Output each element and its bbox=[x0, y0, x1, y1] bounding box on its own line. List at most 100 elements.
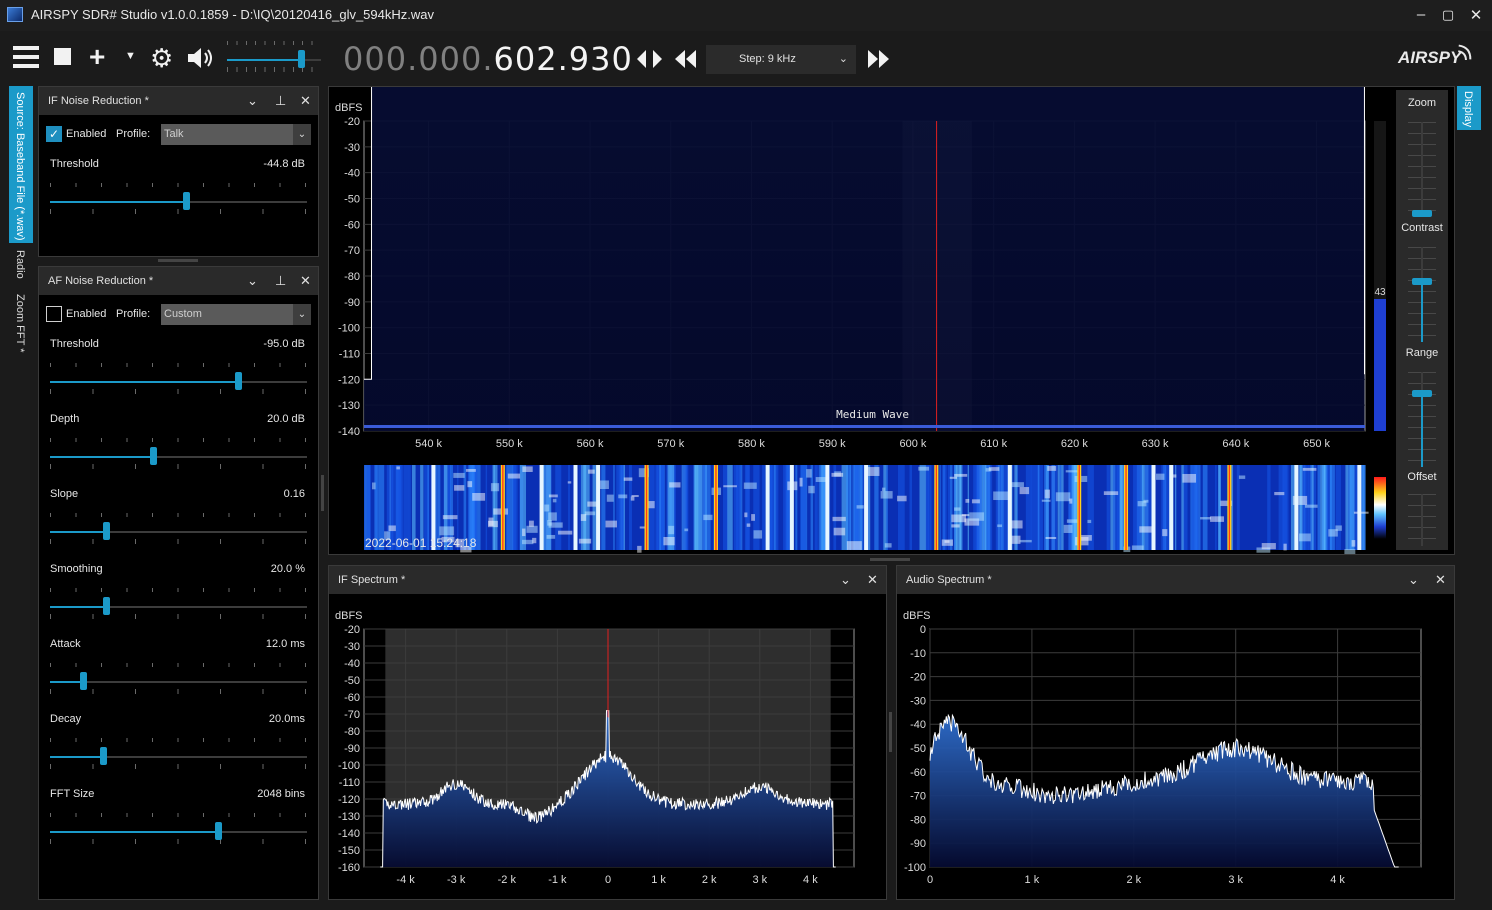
minimize-button[interactable]: – bbox=[1411, 6, 1431, 23]
step-select[interactable]: Step: 9 kHz ⌄ bbox=[706, 45, 856, 74]
af-param-slider[interactable] bbox=[50, 513, 307, 544]
speaker-icon[interactable] bbox=[186, 47, 216, 69]
chevron-down-icon[interactable]: ⌄ bbox=[1408, 572, 1419, 588]
waterfall-streak bbox=[568, 465, 570, 550]
display-controls: Zoom Contrast Range Offset bbox=[1396, 90, 1448, 550]
maximize-button[interactable]: ▢ bbox=[1438, 7, 1458, 23]
x-tick-label: 630 k bbox=[1142, 438, 1169, 450]
y-tick-label: -80 bbox=[344, 271, 360, 283]
waterfall-blob bbox=[522, 539, 534, 545]
zoom-slider[interactable] bbox=[1402, 122, 1442, 217]
tab-zoom-fft[interactable]: Zoom FFT * bbox=[14, 294, 26, 352]
menu-icon[interactable] bbox=[13, 46, 39, 68]
stop-icon[interactable] bbox=[54, 48, 71, 65]
af-param-slider[interactable] bbox=[50, 813, 307, 844]
af-profile-select[interactable]: Custom ⌄ bbox=[161, 304, 311, 325]
audio-spectrum-panel: Audio Spectrum * ⌄ ✕ dBFS 0 -10 -20 -30 -40 -5… bbox=[896, 565, 1455, 900]
volume-slider[interactable] bbox=[227, 41, 321, 72]
panel-header: IF Noise Reduction * ⌄ ⊥ ✕ bbox=[39, 87, 318, 115]
threshold-slider[interactable] bbox=[50, 183, 307, 214]
spectrum-view[interactable]: dBFS -20 -30 -40 -50 -60 -70 -80 -90 -100 -110 -120… bbox=[329, 87, 1454, 554]
chevron-down-icon[interactable]: ⌄ bbox=[247, 93, 258, 109]
waterfall-streak bbox=[1278, 465, 1284, 550]
add-icon[interactable]: + bbox=[89, 41, 105, 73]
af-param-value: 0.16 bbox=[283, 488, 305, 500]
frequency-display[interactable]: 000.000.602.930 bbox=[343, 40, 633, 78]
waterfall-blob bbox=[587, 501, 598, 507]
close-icon[interactable]: ✕ bbox=[300, 273, 311, 289]
if-profile-select[interactable]: Talk ⌄ bbox=[161, 124, 311, 145]
x-tick-label: 620 k bbox=[1061, 438, 1088, 450]
band-label: Medium Wave bbox=[836, 408, 909, 421]
close-icon[interactable]: ✕ bbox=[1435, 572, 1446, 588]
waterfall-blob bbox=[668, 525, 675, 535]
waterfall-blob bbox=[442, 515, 458, 520]
pin-icon[interactable]: ⊥ bbox=[275, 273, 286, 289]
waterfall-blob bbox=[371, 482, 376, 490]
chevron-down-icon[interactable]: ⌄ bbox=[247, 273, 258, 289]
af-param-slider[interactable] bbox=[50, 588, 307, 619]
y-tick-label: -20 bbox=[344, 116, 360, 128]
splitter-handle[interactable] bbox=[889, 712, 892, 752]
waterfall-blob bbox=[488, 517, 494, 526]
af-enabled-checkbox[interactable] bbox=[46, 306, 62, 322]
contrast-slider[interactable] bbox=[1402, 247, 1442, 342]
if-enabled-checkbox[interactable]: ✓ bbox=[46, 126, 62, 142]
waterfall-streak bbox=[613, 465, 615, 550]
profile-value: Talk bbox=[164, 128, 184, 140]
waterfall-streak bbox=[1335, 465, 1341, 550]
tune-left-right-icon[interactable] bbox=[636, 49, 664, 69]
af-param-slider[interactable] bbox=[50, 438, 307, 469]
close-icon[interactable]: ✕ bbox=[300, 93, 311, 109]
y-tick-label: -60 bbox=[910, 767, 926, 779]
tab-radio[interactable]: Radio bbox=[14, 250, 26, 279]
waterfall-blob bbox=[1335, 525, 1342, 531]
waterfall-blob bbox=[548, 494, 558, 498]
splitter-handle[interactable] bbox=[870, 558, 910, 561]
if-spectrum-view[interactable]: dBFS -20 -30 -40 -50 -60 -70 -80 -90 -100 -110 -120… bbox=[329, 595, 886, 899]
pin-icon[interactable]: ⊥ bbox=[275, 93, 286, 109]
fast-forward-icon[interactable] bbox=[867, 49, 891, 69]
y-tick-label: -50 bbox=[344, 675, 360, 687]
x-tick-label: 1 k bbox=[651, 874, 666, 886]
range-slider[interactable] bbox=[1402, 372, 1442, 467]
y-tick-label: -110 bbox=[339, 349, 360, 361]
waterfall-streak bbox=[973, 465, 977, 550]
waterfall-blob bbox=[971, 499, 980, 504]
close-window-button[interactable]: ✕ bbox=[1466, 6, 1486, 24]
waterfall-blob bbox=[1238, 475, 1246, 479]
chevron-down-icon[interactable]: ▼ bbox=[125, 50, 136, 62]
chevron-down-icon[interactable]: ⌄ bbox=[840, 572, 851, 588]
waterfall-streak bbox=[909, 465, 912, 550]
af-param-slider[interactable] bbox=[50, 363, 307, 394]
offset-slider[interactable] bbox=[1402, 494, 1442, 546]
tab-display[interactable]: Display bbox=[1457, 86, 1481, 130]
tab-source[interactable]: Source: Baseband File (*.wav) bbox=[9, 86, 33, 243]
gear-icon[interactable]: ⚙ bbox=[150, 43, 173, 74]
y-tick-label: -120 bbox=[338, 374, 360, 386]
waterfall-streak bbox=[1215, 465, 1217, 550]
af-param-slider[interactable] bbox=[50, 738, 307, 769]
waterfall-blob bbox=[1137, 501, 1147, 507]
wifi-logo-icon bbox=[1458, 44, 1472, 60]
y-tick-label: -30 bbox=[910, 695, 926, 707]
waterfall-blob bbox=[1283, 543, 1287, 551]
waterfall-blob bbox=[526, 525, 538, 533]
audio-spectrum-view[interactable]: dBFS0-10-20-30-40-50-60-70-80-90-1000 1 k… bbox=[897, 595, 1454, 899]
splitter-handle[interactable] bbox=[158, 259, 198, 262]
af-param-slider[interactable] bbox=[50, 663, 307, 694]
waterfall-blob bbox=[993, 491, 1009, 501]
waterfall-streak bbox=[695, 465, 703, 550]
waterfall-blob bbox=[1182, 473, 1197, 483]
splitter-handle[interactable] bbox=[321, 475, 324, 511]
panel-header: Audio Spectrum * ⌄ ✕ bbox=[897, 566, 1454, 594]
waterfall-streak bbox=[1282, 465, 1287, 550]
waterfall-blob bbox=[856, 505, 864, 509]
rewind-icon[interactable] bbox=[674, 49, 698, 69]
waterfall-streak bbox=[704, 465, 711, 550]
y-tick-label: -90 bbox=[344, 297, 360, 309]
y-tick-label: -50 bbox=[344, 194, 360, 206]
waterfall-blob bbox=[631, 495, 639, 498]
window-title: AIRSPY SDR# Studio v1.0.0.1859 - D:\IQ\2… bbox=[31, 7, 434, 22]
close-icon[interactable]: ✕ bbox=[867, 572, 878, 588]
